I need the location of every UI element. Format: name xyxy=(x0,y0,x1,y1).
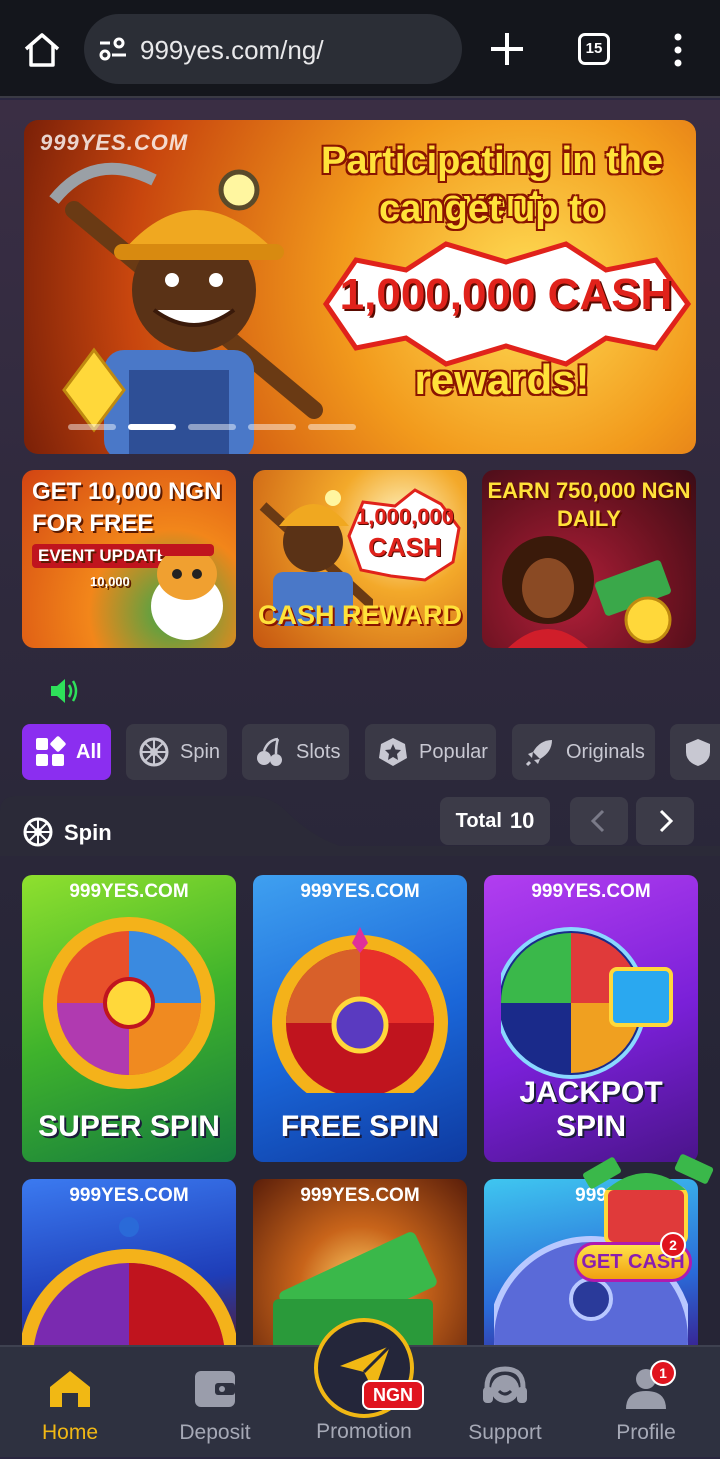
tab-popular[interactable]: Popular xyxy=(365,724,496,780)
address-bar[interactable]: 999yes.com/ng/ xyxy=(84,14,462,84)
game-card-jackpot-spin[interactable]: 999YES.COM JACKPOT SPIN xyxy=(484,875,698,1162)
hero-banner[interactable]: 999YES.COM Participating in the event ca… xyxy=(24,120,696,454)
spin-wheel-icon xyxy=(43,917,215,1089)
nav-label: Home xyxy=(41,1421,99,1444)
nav-deposit[interactable]: Deposit xyxy=(145,1347,285,1459)
promo-subtitle: DAILY xyxy=(557,506,621,531)
promo-card-free-ngn[interactable]: GET 10,000 NGN FOR FREE EVENT UPDATE! 10… xyxy=(22,470,236,648)
grid-icon xyxy=(36,736,66,766)
carousel-dot[interactable] xyxy=(188,424,236,430)
section-title: Spin xyxy=(64,820,112,845)
tiger-mascot-icon xyxy=(151,544,223,640)
tab-slots[interactable]: Slots xyxy=(242,724,349,780)
carousel-dot-active[interactable] xyxy=(128,424,176,430)
total-label: Total xyxy=(455,809,502,832)
notification-badge: 2 xyxy=(660,1232,686,1258)
nav-label: Profile xyxy=(616,1421,676,1444)
nav-profile[interactable]: Profile xyxy=(576,1347,716,1459)
star-badge-icon xyxy=(379,738,407,766)
page-content: 999YES.COM Participating in the event ca… xyxy=(0,100,720,1345)
home-icon xyxy=(50,1371,90,1407)
game-brand: 999YES.COM xyxy=(300,881,420,902)
rocket-icon xyxy=(525,740,552,767)
carousel-indicators xyxy=(68,424,356,430)
banner-amount: 1,000,000 CASH xyxy=(339,270,673,319)
promo-card-cash-reward[interactable]: 1,000,000 CASH CASH REWARD xyxy=(253,470,467,648)
prev-page-button[interactable] xyxy=(570,797,628,845)
announcement-speaker-icon[interactable] xyxy=(48,676,80,706)
game-name: SUPER SPIN xyxy=(38,1110,220,1143)
nav-home[interactable]: Home xyxy=(0,1347,140,1459)
game-name: JACKPOT SPIN xyxy=(519,1076,663,1143)
tab-switcher-button[interactable]: 15 xyxy=(578,33,610,65)
chevron-right-icon xyxy=(659,809,674,833)
total-count: Total 10 xyxy=(440,797,550,845)
tab-label: Slots xyxy=(296,740,341,763)
promo-cash: CASH xyxy=(368,532,442,562)
game-brand: 999YES.COM xyxy=(69,881,189,902)
game-card[interactable]: 999YES.COM xyxy=(22,1179,236,1345)
ngn-currency-tag: NGN xyxy=(362,1380,424,1410)
tab-label: Originals xyxy=(566,740,645,763)
game-card-super-spin[interactable]: 999YES.COM SUPER SPIN xyxy=(22,875,236,1162)
spin-wheel-icon xyxy=(272,927,448,1093)
shield-icon xyxy=(686,739,710,766)
tab-label: All xyxy=(76,740,102,763)
tab-more[interactable] xyxy=(670,724,720,780)
carousel-dot[interactable] xyxy=(68,424,116,430)
next-page-button[interactable] xyxy=(636,797,694,845)
carousel-dot[interactable] xyxy=(248,424,296,430)
promo-card-earn-daily[interactable]: EARN 750,000 NGN DAILY xyxy=(482,470,696,648)
nav-label: Deposit xyxy=(179,1421,251,1444)
wheel-illustration xyxy=(22,1217,236,1345)
promo-subtitle: FOR FREE xyxy=(32,510,154,537)
nav-label: Support xyxy=(468,1421,542,1444)
get-cash-floating-button[interactable]: GET CASH 2 xyxy=(566,1150,720,1295)
promo-title: EARN 750,000 NGN xyxy=(487,478,691,503)
profile-notification-badge: 1 xyxy=(650,1360,676,1386)
tab-spin[interactable]: Spin xyxy=(126,724,227,780)
spin-wheel-icon xyxy=(501,927,673,1079)
tab-label: Popular xyxy=(419,740,488,763)
game-brand: 999YES.COM xyxy=(531,881,651,902)
nav-support[interactable]: Support xyxy=(435,1347,575,1459)
banner-brand: 999YES.COM xyxy=(40,130,189,155)
game-brand: 999YES.COM xyxy=(69,1185,189,1206)
banner-rewards: rewards! xyxy=(414,356,590,403)
browser-toolbar: 999yes.com/ng/ 15 xyxy=(0,0,720,98)
promo-title: GET 10,000 NGN xyxy=(32,478,222,505)
game-card-free-spin[interactable]: 999YES.COM FREE SPIN xyxy=(253,875,467,1162)
chevron-left-icon xyxy=(590,809,605,833)
new-tab-icon[interactable] xyxy=(488,30,526,68)
more-menu-icon[interactable] xyxy=(668,32,688,68)
total-value: 10 xyxy=(509,808,535,833)
wheel-icon xyxy=(23,817,53,847)
promo-wheel-value: 10,000 xyxy=(90,574,130,589)
headset-icon xyxy=(483,1366,527,1403)
wheel-icon xyxy=(139,737,169,767)
game-brand: 999YES.COM xyxy=(300,1185,420,1206)
game-name: FREE SPIN xyxy=(280,1110,440,1143)
carousel-dot[interactable] xyxy=(308,424,356,430)
woman-with-cash-illustration xyxy=(502,536,672,648)
promo-amount: 1,000,000 xyxy=(356,504,454,529)
treasure-chest-icon xyxy=(583,1154,714,1246)
url-text: 999yes.com/ng/ xyxy=(140,35,324,65)
nav-label: Promotion xyxy=(316,1420,412,1443)
wallet-icon xyxy=(195,1371,235,1407)
home-icon[interactable] xyxy=(22,30,62,70)
cherries-icon xyxy=(257,737,282,766)
banner-subheadline: canget up to xyxy=(379,188,605,230)
site-settings-icon[interactable] xyxy=(98,36,128,62)
tab-all[interactable]: All xyxy=(22,724,111,780)
tab-label: Spin xyxy=(180,740,221,763)
promo-title: CASH REWARD xyxy=(257,600,462,630)
tab-originals[interactable]: Originals xyxy=(512,724,655,780)
category-tabs: All Spin Slots Popular Originals xyxy=(22,724,720,780)
